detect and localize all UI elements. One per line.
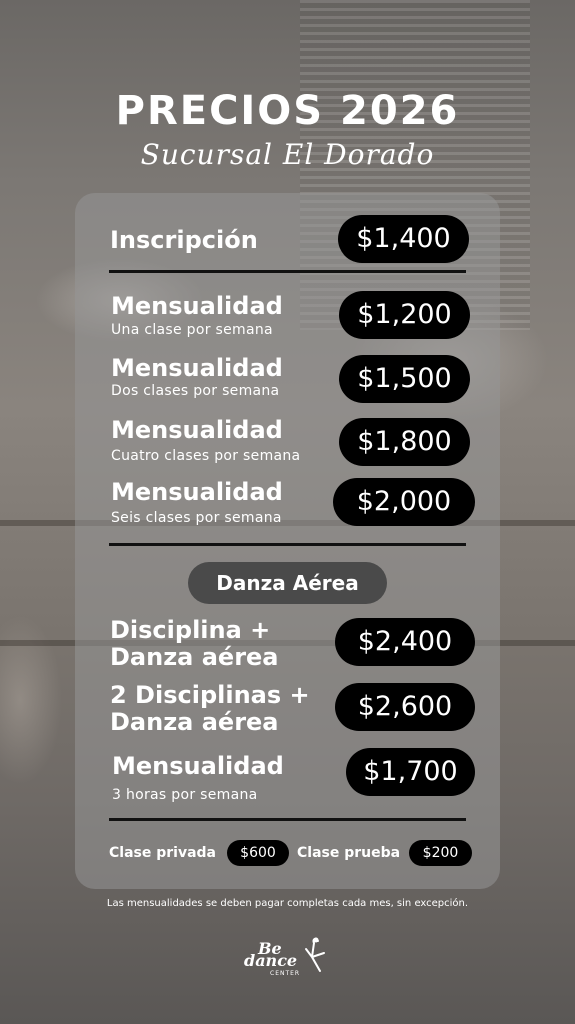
mensualidad-4-price: $2,000 [333, 478, 475, 526]
aerea-2-line2: Danza aérea [110, 708, 279, 736]
divider [109, 270, 466, 273]
section-badge-danza-aerea: Danza Aérea [188, 562, 387, 604]
divider [109, 543, 466, 546]
mensualidad-3-label: Mensualidad [111, 416, 283, 444]
mensualidad-4-label: Mensualidad [111, 478, 283, 506]
divider [109, 818, 466, 821]
aerea-2-price: $2,600 [335, 683, 475, 731]
clase-privada-price: $600 [227, 840, 289, 866]
clase-prueba-price: $200 [409, 840, 472, 866]
aerea-1-price: $2,400 [335, 618, 475, 666]
aerea-2-line1: 2 Disciplinas + [110, 681, 310, 709]
clase-prueba-label: Clase prueba [297, 845, 401, 861]
inscripcion-label: Inscripción [110, 226, 258, 254]
clase-privada-label: Clase privada [109, 845, 216, 861]
mensualidad-2-label: Mensualidad [111, 354, 283, 382]
mensualidad-1-label: Mensualidad [111, 292, 283, 320]
aerea-1-line2: Danza aérea [110, 643, 279, 671]
be-dance-center-logo: Be dance CENTER [240, 935, 340, 985]
mensualidad-2-sub: Dos clases por semana [111, 383, 280, 399]
inscripcion-price: $1,400 [338, 215, 469, 263]
aerea-3-price: $1,700 [346, 748, 475, 796]
page-title: PRECIOS 2026 [115, 88, 460, 134]
page-subtitle: Sucursal El Dorado [140, 138, 435, 171]
mensualidad-1-price: $1,200 [339, 291, 470, 339]
aerea-3-label: Mensualidad [112, 752, 284, 780]
logo-center: CENTER [270, 970, 301, 977]
logo-dance: dance [244, 951, 298, 970]
aerea-1-line1: Disciplina + [110, 616, 271, 644]
mensualidad-3-price: $1,800 [339, 418, 470, 466]
mensualidad-2-price: $1,500 [339, 355, 470, 403]
payment-note: Las mensualidades se deben pagar complet… [106, 898, 469, 909]
mensualidad-3-sub: Cuatro clases por semana [111, 448, 301, 464]
mensualidad-1-sub: Una clase por semana [111, 322, 273, 338]
mensualidad-4-sub: Seis clases por semana [111, 510, 282, 526]
aerea-3-sub: 3 horas por semana [112, 787, 258, 803]
